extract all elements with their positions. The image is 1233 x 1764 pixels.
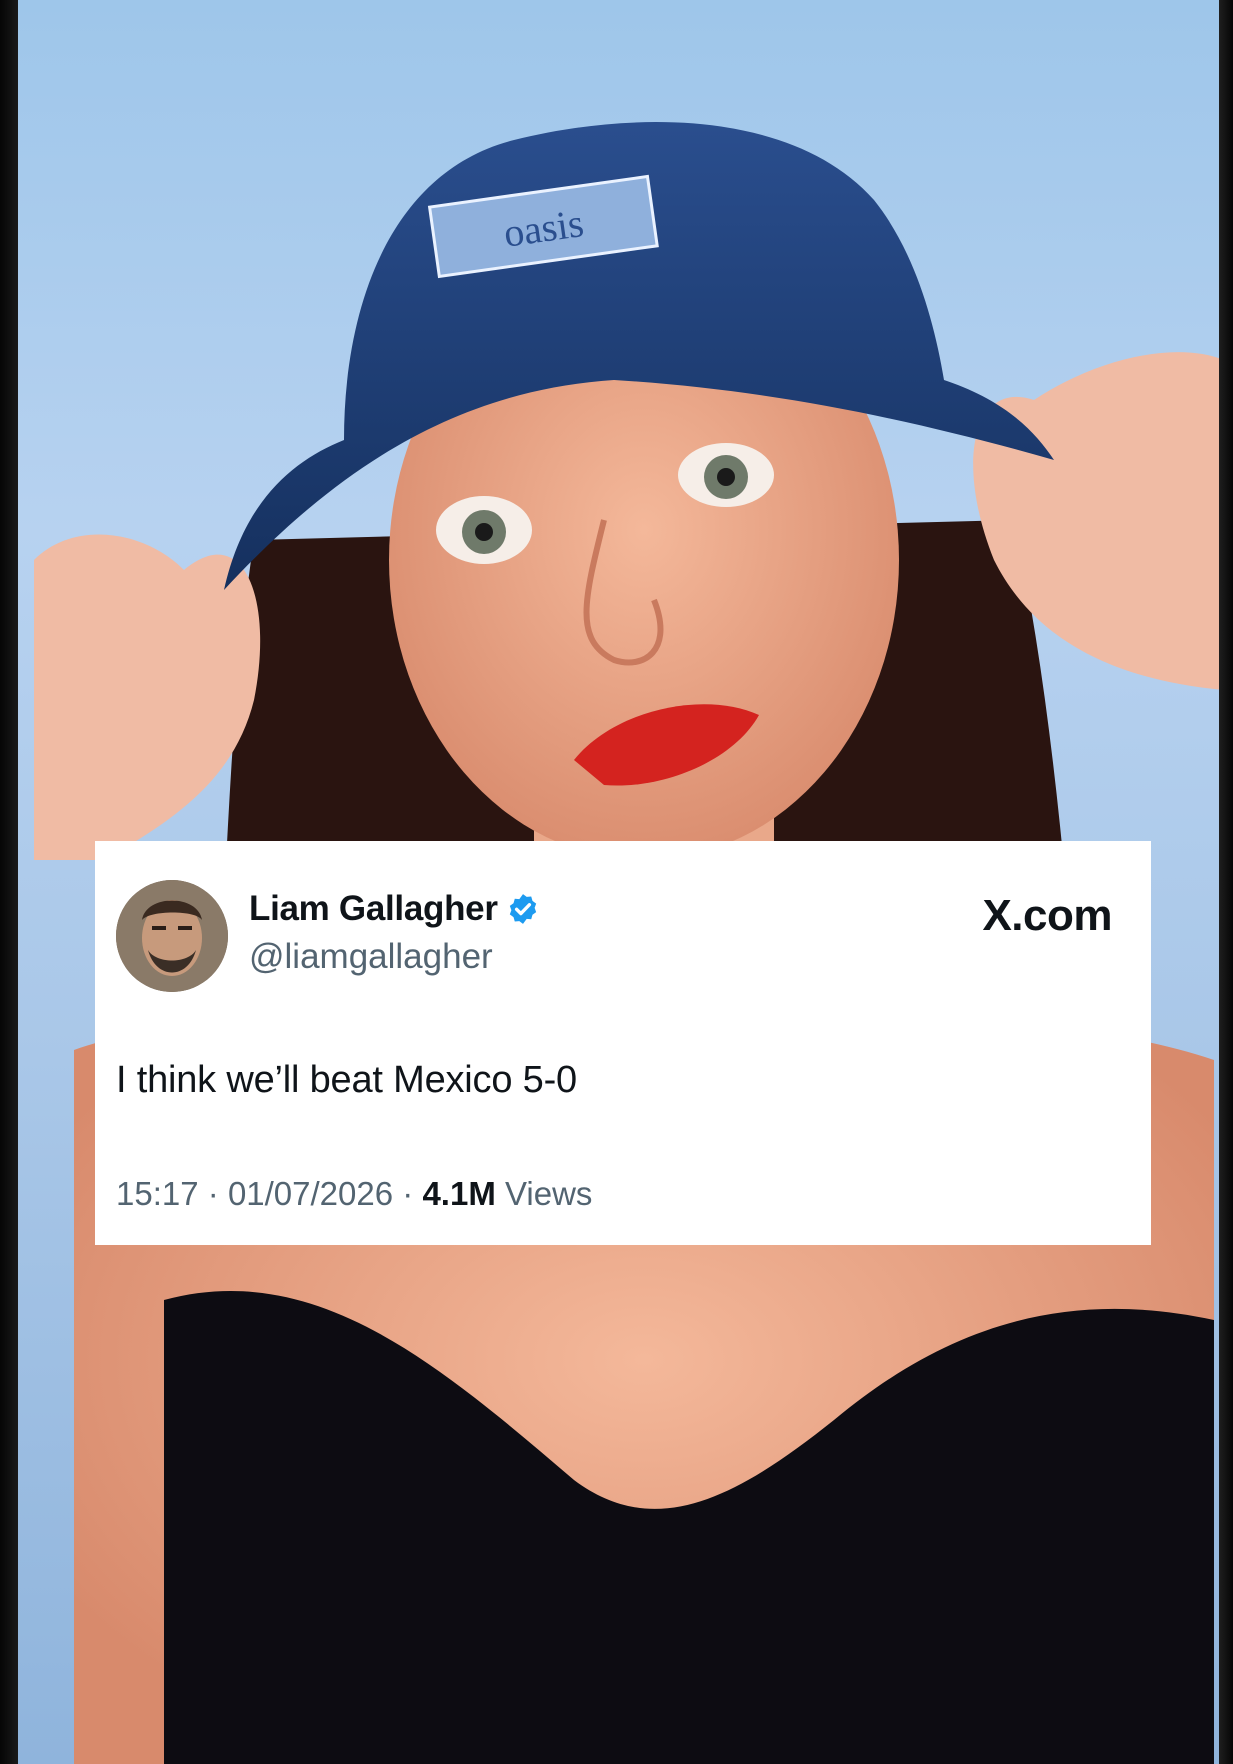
handle[interactable]: @liamgallagher	[249, 937, 493, 977]
verified-badge-icon	[506, 892, 540, 926]
views-label: Views	[505, 1175, 593, 1212]
x-com-brand: X.com	[982, 891, 1112, 940]
film-edge-right	[1219, 0, 1233, 1764]
tweet-card[interactable]: Liam Gallagher @liamgallagher X.com I th…	[95, 841, 1151, 1245]
tweet-date[interactable]: 01/07/2026	[228, 1175, 393, 1212]
avatar[interactable]	[116, 880, 228, 992]
tweet-meta: 15:17 · 01/07/2026 · 4.1M Views	[116, 1175, 592, 1213]
display-name[interactable]: Liam Gallagher	[249, 889, 498, 929]
name-row: Liam Gallagher	[249, 887, 540, 931]
views-count: 4.1M	[422, 1175, 496, 1212]
meta-separator: ·	[402, 1175, 414, 1212]
film-edge-left	[0, 0, 18, 1764]
tweet-text: I think we’ll beat Mexico 5-0	[116, 1059, 577, 1101]
meta-separator: ·	[207, 1175, 219, 1212]
tweet-time[interactable]: 15:17	[116, 1175, 199, 1212]
avatar-portrait	[116, 880, 228, 992]
